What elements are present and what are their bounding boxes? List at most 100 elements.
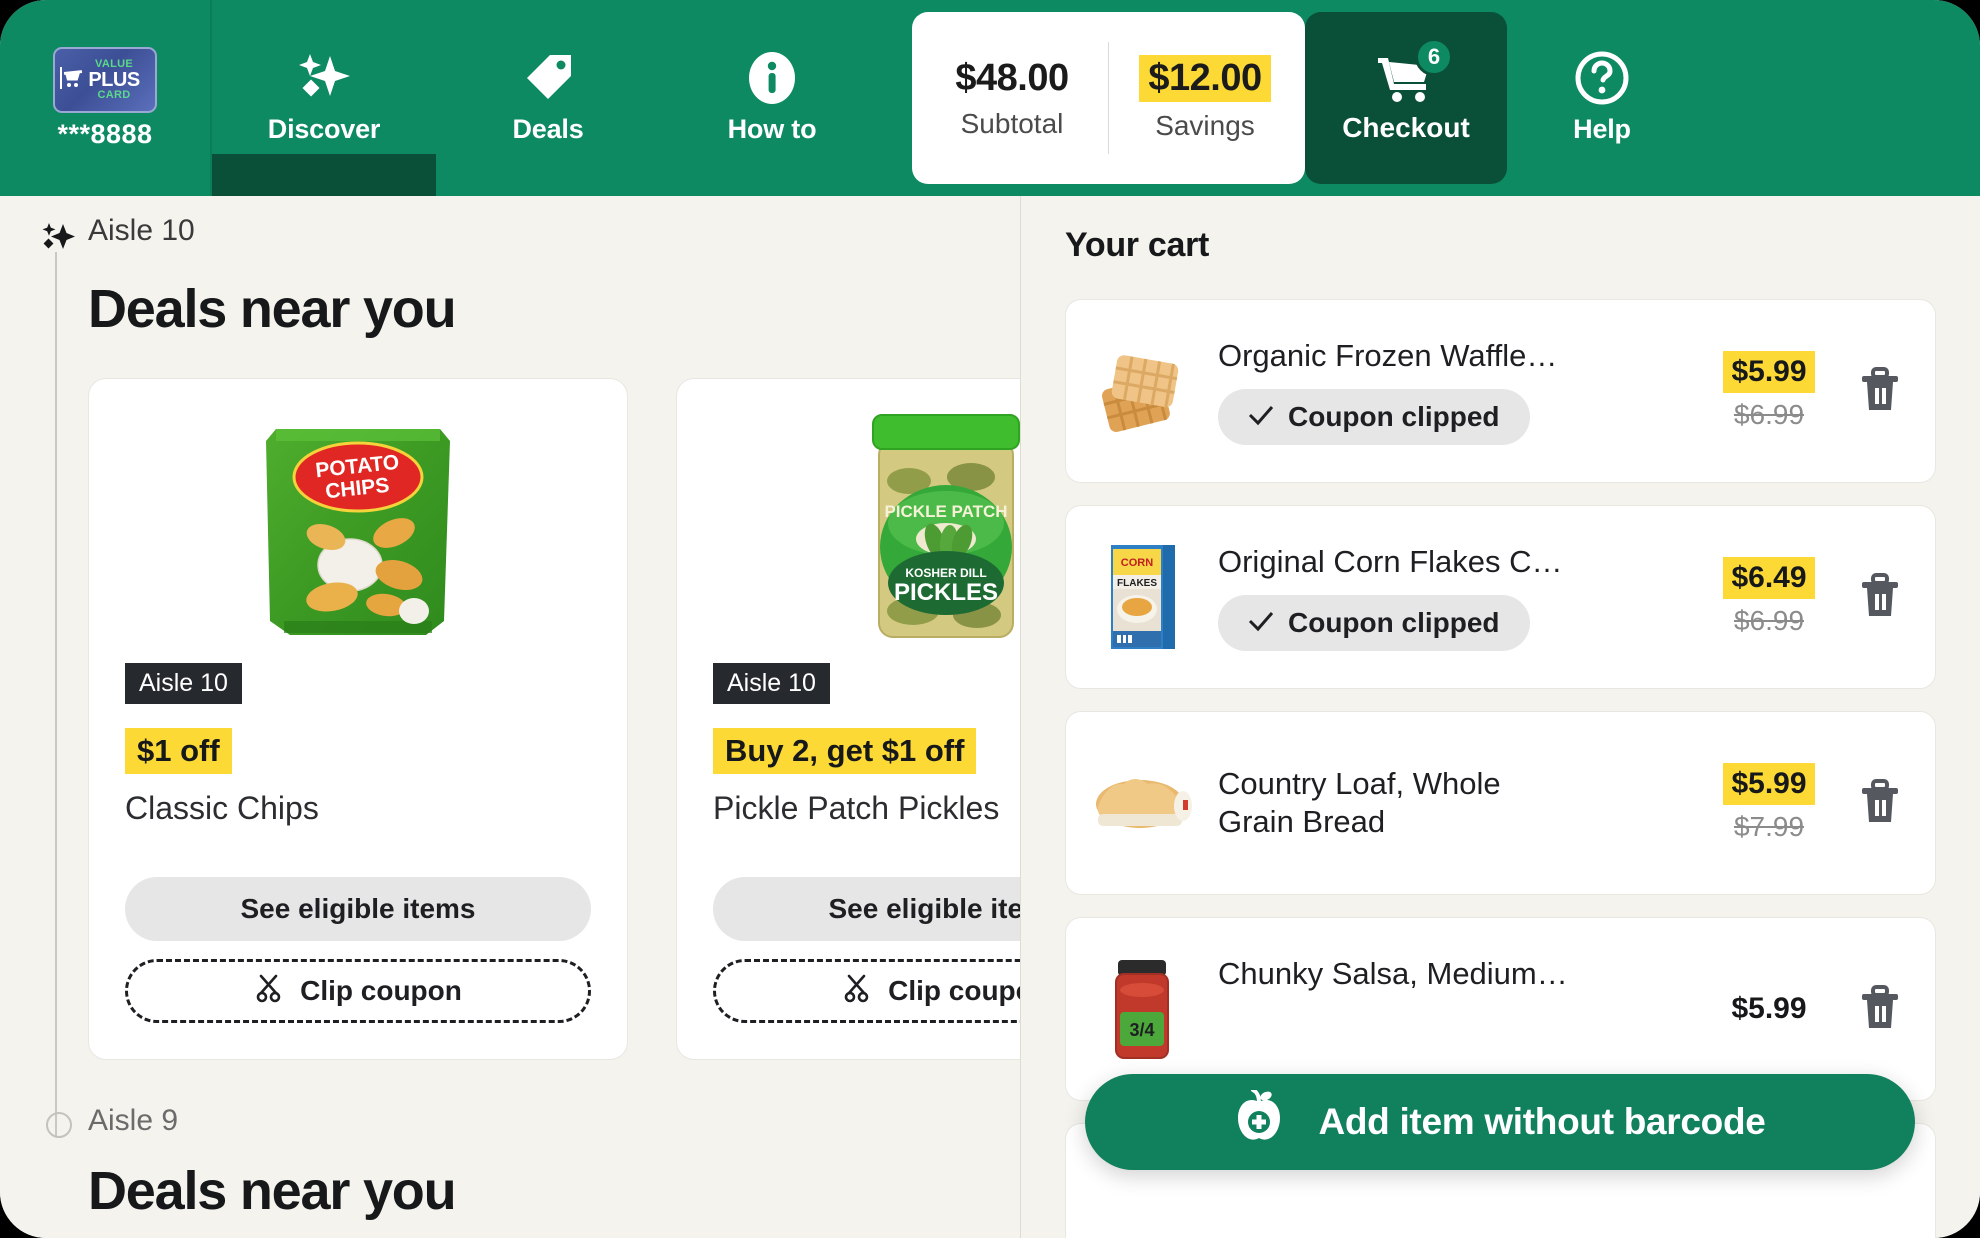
cart-item-price-block: $5.99 $7.99: [1709, 763, 1829, 843]
clip-coupon-button[interactable]: Clip coupon: [713, 959, 1020, 1023]
aisle-chip: Aisle 10: [125, 663, 242, 704]
check-icon: [1248, 401, 1274, 433]
potato-chips-bag-image: POTATO CHIPS: [125, 405, 591, 653]
nav-tab-discover[interactable]: Discover: [212, 0, 436, 196]
coupon-clipped-badge: Coupon clipped: [1218, 594, 1530, 651]
waffles-image: [1084, 333, 1200, 449]
clip-coupon-label: Clip coupon: [300, 975, 462, 1006]
nav-tab-help[interactable]: Help: [1507, 0, 1697, 196]
cart-title: Your cart: [1065, 226, 1210, 264]
remove-item-button[interactable]: [1851, 984, 1909, 1035]
cart-item-name: Country Loaf, Whole Grain Bread: [1218, 766, 1501, 839]
subtotal-label: Subtotal: [960, 107, 1064, 139]
loyalty-brand-value: VALUE: [95, 57, 133, 70]
coupon-clipped-badge: Coupon clipped: [1218, 388, 1530, 445]
see-eligible-items-button[interactable]: See eligible items: [125, 877, 591, 941]
section-title: Deals near you: [88, 279, 457, 339]
add-item-label: Add item without barcode: [1318, 1101, 1766, 1142]
tag-icon: [522, 52, 574, 104]
loyalty-card-block[interactable]: VALUE PLUS CARD ***8888: [0, 0, 212, 196]
cart-item-details: Country Loaf, Whole Grain Bread: [1200, 765, 1709, 841]
nav-tab-deals[interactable]: Deals: [436, 0, 660, 196]
primary-nav: Discover Deals How to: [212, 0, 884, 196]
coupon-clipped-label: Coupon clipped: [1288, 606, 1500, 638]
cart-item-price-block: $5.99: [1709, 988, 1829, 1030]
coupon-clipped-label: Coupon clipped: [1288, 400, 1500, 432]
loyalty-brand-plus: PLUS: [88, 68, 140, 91]
remove-item-button[interactable]: [1851, 778, 1909, 829]
totals-panel: $48.00 Subtotal $12.00 Savings: [912, 12, 1305, 184]
cart-item-price: $6.49: [1723, 557, 1815, 599]
nav-tab-label: Discover: [267, 113, 381, 144]
add-item-without-barcode-button[interactable]: Add item without barcode: [1085, 1074, 1915, 1170]
cart-item-row[interactable]: Country Loaf, Whole Grain Bread $5.99 $7…: [1065, 711, 1936, 895]
svg-text:FLAKES: FLAKES: [1117, 578, 1157, 589]
aisle-label: Aisle 10: [88, 214, 195, 247]
svg-text:PICKLE PATCH: PICKLE PATCH: [884, 502, 1007, 521]
aisle-section-9: Aisle 9: [0, 1104, 1020, 1138]
deal-product-name: Pickle Patch Pickles: [713, 790, 1000, 826]
deal-card[interactable]: POTATO CHIPS Aisle 10 $1 off Classic Chi: [88, 378, 628, 1060]
see-eligible-items-button[interactable]: See eligible items: [713, 877, 1020, 941]
deal-product-name: Classic Chips: [125, 790, 319, 826]
deals-panel: Aisle 10 Deals near you POTATO CHIPS Ais…: [0, 196, 1020, 1238]
checkout-button[interactable]: 6 Checkout: [1305, 12, 1507, 184]
nav-tab-label: How to: [727, 113, 817, 144]
remove-item-button[interactable]: [1851, 572, 1909, 623]
question-circle-icon: [1574, 51, 1630, 104]
nav-tab-how-to[interactable]: How to: [660, 0, 884, 196]
subtotal-amount: $48.00: [955, 56, 1069, 99]
cart-item-price: $5.99: [1723, 763, 1815, 805]
section-title: Deals near you: [88, 1161, 457, 1221]
cart-item-name: Organic Frozen Waffle…: [1218, 338, 1558, 374]
trash-icon: [1858, 572, 1902, 623]
mini-cart-icon: [61, 68, 85, 88]
cart-item-name: Original Corn Flakes C…: [1218, 544, 1563, 580]
remove-item-button[interactable]: [1851, 366, 1909, 417]
aisle-timeline: [55, 252, 57, 1136]
cart-item-row[interactable]: CORN FLAKES Original Corn Flakes C… Coup…: [1065, 505, 1936, 689]
cart-item-row[interactable]: Organic Frozen Waffle… Coupon clipped $5…: [1065, 299, 1936, 483]
trash-icon: [1858, 984, 1902, 1035]
savings-amount: $12.00: [1139, 54, 1271, 102]
clip-coupon-label: Clip coupon: [888, 975, 1020, 1006]
checkout-label: Checkout: [1342, 112, 1470, 143]
loyalty-card-graphic: VALUE PLUS CARD: [53, 46, 157, 113]
salsa-jar-image: 3/4: [1084, 951, 1200, 1067]
check-icon: [1248, 607, 1274, 639]
pickle-jar-image: PICKLE PATCH KOSHER DILL PICKLES: [713, 405, 1020, 653]
aisle-section-10: Aisle 10: [0, 196, 1020, 256]
deal-offer-badge: Buy 2, get $1 off: [713, 728, 977, 774]
scissors-icon: [254, 973, 284, 1010]
cart-item-details: Original Corn Flakes C… Coupon clipped: [1200, 543, 1709, 651]
cart-item-original-price: $6.99: [1733, 399, 1805, 430]
cart-item-price-block: $5.99 $6.99: [1709, 351, 1829, 431]
loyalty-brand-card: CARD: [97, 88, 131, 101]
cart-panel: Your cart Organic Frozen Waffle… Coupon …: [1020, 196, 1980, 1238]
savings-label: Savings: [1155, 109, 1255, 141]
scissors-icon: [842, 973, 872, 1010]
nav-tab-label: Help: [1573, 113, 1631, 144]
sparkles-icon: [296, 52, 352, 104]
circle-outline-icon: [30, 1104, 88, 1138]
savings-cell: $12.00 Savings: [1109, 54, 1301, 142]
trash-icon: [1858, 366, 1902, 417]
apple-plus-icon: [1234, 1087, 1284, 1155]
cart-item-price-block: $6.49 $6.99: [1709, 557, 1829, 637]
aisle-chip: Aisle 10: [713, 663, 830, 704]
clip-coupon-button[interactable]: Clip coupon: [125, 959, 591, 1023]
sparkles-icon: [30, 214, 88, 256]
cart-item-original-price: $7.99: [1733, 811, 1805, 842]
bread-loaf-image: [1084, 745, 1200, 861]
aisle-label: Aisle 9: [88, 1104, 179, 1137]
cart-count-badge: 6: [1415, 38, 1453, 76]
top-header: VALUE PLUS CARD ***8888 Discover Deals H…: [0, 0, 1980, 196]
deal-card[interactable]: PICKLE PATCH KOSHER DILL PICKLES Aisle 1…: [676, 378, 1020, 1060]
cart-item-details: Chunky Salsa, Medium… x: [1200, 955, 1709, 1063]
svg-text:PICKLES: PICKLES: [894, 579, 998, 606]
svg-text:3/4: 3/4: [1129, 1020, 1154, 1040]
info-icon: [746, 51, 798, 104]
svg-text:KOSHER DILL: KOSHER DILL: [905, 566, 986, 580]
app-screen: VALUE PLUS CARD ***8888 Discover Deals H…: [0, 0, 1980, 1238]
cart-item-price: $5.99: [1731, 992, 1807, 1025]
